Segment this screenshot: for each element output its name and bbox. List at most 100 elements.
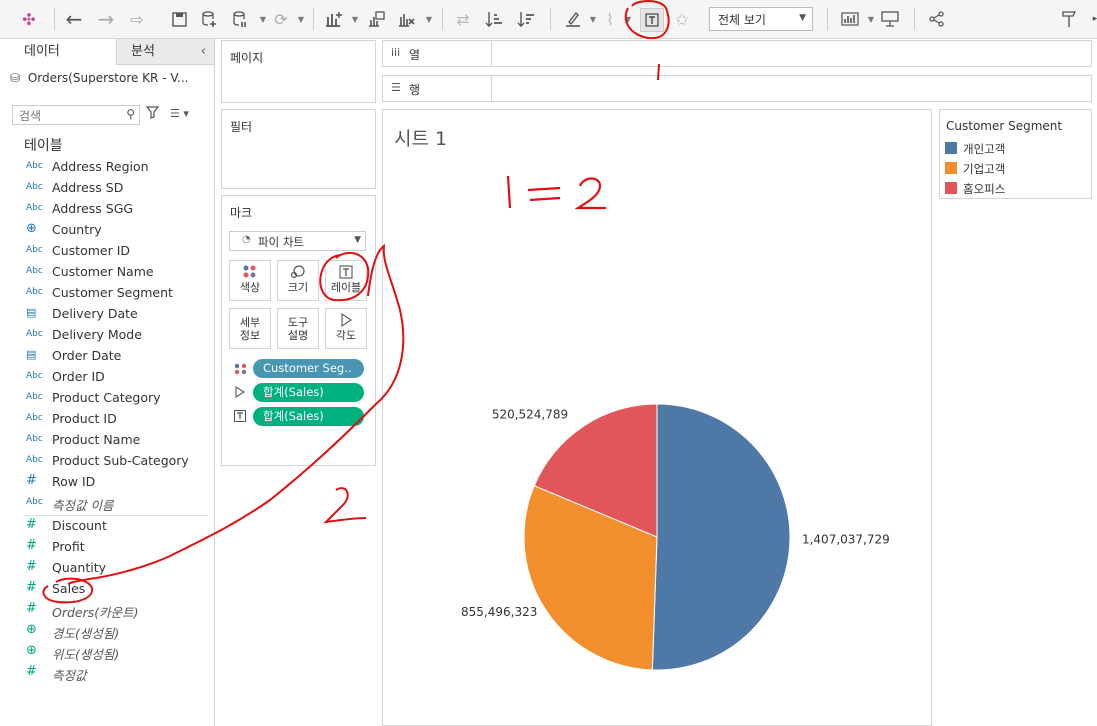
angle-button[interactable]: 각도 (325, 308, 367, 349)
toolbar-divider (442, 8, 443, 30)
field-profit[interactable]: # Profit (0, 537, 212, 558)
sort-desc-icon[interactable] (515, 8, 537, 30)
pie-slice-label: 855,496,323 (461, 605, 537, 619)
color-icon (230, 265, 270, 281)
field-name: Customer ID (52, 243, 131, 258)
field-row-id[interactable]: # Row ID (0, 472, 212, 493)
date-type-icon: ▤ (26, 306, 37, 319)
pill-sum-sales-label[interactable]: 합계(Sales) (253, 407, 364, 426)
field-name: 측정값 이름 (52, 498, 114, 513)
field-product-id[interactable]: Abc Product ID (0, 409, 212, 430)
field-customer-segment[interactable]: Abc Customer Segment (0, 283, 212, 304)
show-labels-icon[interactable] (640, 8, 664, 32)
detail-button[interactable]: 세부 정보 (229, 308, 271, 349)
field-delivery-date[interactable]: ▤ Delivery Date (0, 304, 212, 325)
view-canvas[interactable]: 시트 1 1,407,037,729 855,496,323 520,524,789 (382, 109, 932, 726)
shelf-divider (491, 76, 492, 101)
new-worksheet-dropdown-icon[interactable]: ▼ (344, 8, 366, 30)
filters-shelf[interactable]: 필터 (221, 109, 376, 189)
pin-icon[interactable]: ✩ (671, 8, 693, 30)
field-customer-id[interactable]: Abc Customer ID (0, 241, 212, 262)
show-me-icon[interactable] (839, 8, 861, 30)
field-order-date[interactable]: ▤ Order Date (0, 346, 212, 367)
pie-slice[interactable] (651, 403, 791, 671)
tableau-logo-icon[interactable]: ✣ (18, 8, 40, 30)
refresh-icon[interactable]: ⟳ (270, 8, 292, 30)
share-icon[interactable] (926, 8, 948, 30)
field-address-sd[interactable]: Abc Address SD (0, 178, 212, 199)
pause-icon[interactable] (229, 8, 251, 30)
string-type-icon: Abc (26, 287, 43, 297)
legend-title[interactable]: Customer Segment (946, 119, 1062, 133)
filter-icon[interactable] (145, 106, 160, 123)
pin-sheet-icon[interactable] (1059, 8, 1081, 30)
size-icon (278, 265, 318, 281)
columns-label: 열 (409, 48, 421, 62)
field-name: Quantity (52, 560, 107, 575)
swap-icon[interactable]: ⇄ (452, 8, 474, 30)
field-discount[interactable]: # Discount (0, 516, 212, 537)
field-위도-생성됨-[interactable]: ⊕ 위도(생성됨) (0, 642, 212, 663)
tab-analysis[interactable]: 분석 ‹ (116, 39, 214, 65)
field-delivery-mode[interactable]: Abc Delivery Mode (0, 325, 212, 346)
field-측정값-이름[interactable]: Abc 측정값 이름 (0, 493, 212, 514)
view-fit-select[interactable]: 전체 보기 ▼ (709, 7, 813, 31)
view-list-icon[interactable]: ☰ ▾ (170, 107, 189, 120)
duplicate-icon[interactable] (366, 8, 388, 30)
tab-data[interactable]: 데이터 (0, 39, 116, 65)
new-datasource-icon[interactable] (198, 8, 220, 30)
forward-icon[interactable]: → (95, 7, 117, 31)
tooltip-button[interactable]: 도구 설명 (277, 308, 319, 349)
back-icon[interactable]: ← (63, 7, 85, 31)
tooltip-label-2: 설명 (287, 329, 309, 342)
field-country[interactable]: ⊕ Country (0, 220, 212, 241)
string-type-icon: Abc (26, 392, 43, 402)
new-worksheet-icon[interactable] (323, 8, 345, 30)
datasource-icon: ⛁ (10, 71, 21, 85)
string-type-icon: Abc (26, 434, 43, 444)
legend-item[interactable]: 개인고객 (945, 140, 1085, 158)
field-product-name[interactable]: Abc Product Name (0, 430, 212, 451)
collapse-pane-icon[interactable]: ‹ (201, 39, 206, 65)
clear-dropdown-icon[interactable]: ▼ (418, 8, 440, 30)
datasource-item[interactable]: ⛁ Orders(Superstore KR - V... (10, 71, 210, 91)
field-address-sgg[interactable]: Abc Address SGG (0, 199, 212, 220)
field-name: Order ID (52, 369, 105, 384)
rows-shelf[interactable]: ☰ 행 (382, 75, 1092, 102)
search-input[interactable] (17, 107, 121, 125)
more-icon[interactable]: ▸ (1084, 8, 1097, 30)
field-quantity[interactable]: # Quantity (0, 558, 212, 579)
number-type-icon: # (26, 664, 37, 679)
geo-type-icon: ⊕ (26, 221, 37, 236)
refresh-dropdown-icon[interactable]: ▼ (290, 8, 312, 30)
pages-shelf[interactable]: 페이지 (221, 40, 376, 103)
field-address-region[interactable]: Abc Address Region (0, 157, 212, 178)
field-경도-생성됨-[interactable]: ⊕ 경도(생성됨) (0, 621, 212, 642)
label-button[interactable]: 레이블 (325, 260, 367, 301)
field-order-id[interactable]: Abc Order ID (0, 367, 212, 388)
field-customer-name[interactable]: Abc Customer Name (0, 262, 212, 283)
field-측정값[interactable]: # 측정값 (0, 663, 212, 684)
mark-type-select[interactable]: ◔ 파이 차트 ▼ (229, 231, 366, 251)
redo-icon[interactable]: ⇨ (126, 8, 148, 30)
save-icon[interactable] (168, 8, 190, 30)
field-product-sub-category[interactable]: Abc Product Sub-Category (0, 451, 212, 472)
field-sales[interactable]: # Sales (0, 579, 212, 600)
color-button[interactable]: 색상 (229, 260, 271, 301)
highlight-icon[interactable] (562, 8, 584, 30)
columns-shelf[interactable]: iii 열 (382, 40, 1092, 67)
field-product-category[interactable]: Abc Product Category (0, 388, 212, 409)
clear-icon[interactable] (396, 8, 418, 30)
pill-sum-sales-angle[interactable]: 합계(Sales) (253, 383, 364, 402)
size-button[interactable]: 크기 (277, 260, 319, 301)
search-icon[interactable]: ⚲ (126, 107, 135, 121)
presentation-icon[interactable] (879, 8, 901, 30)
paperclip-dropdown-icon[interactable]: ▼ (617, 8, 639, 30)
legend-item[interactable]: 홈오피스 (945, 180, 1085, 198)
field-orders-카운트-[interactable]: # Orders(카운트) (0, 600, 212, 621)
field-name: Orders(카운트) (52, 605, 139, 620)
pie-chart: 1,407,037,729 855,496,323 520,524,789 (461, 403, 890, 671)
pill-customer-segment[interactable]: Customer Seg.. (253, 359, 364, 378)
legend-item[interactable]: 기업고객 (945, 160, 1085, 178)
sort-asc-icon[interactable] (483, 8, 505, 30)
